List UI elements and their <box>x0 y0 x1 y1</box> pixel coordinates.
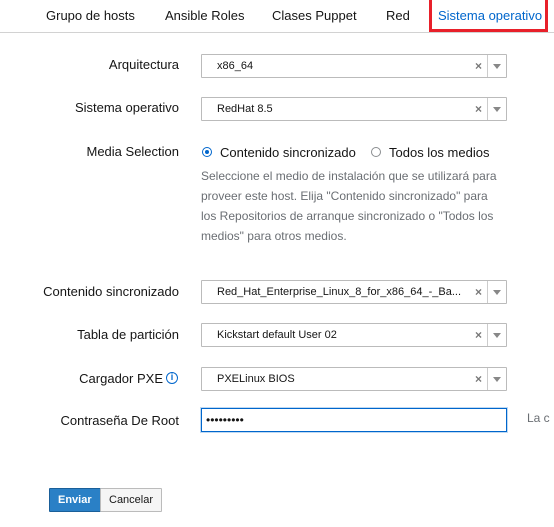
radio-button[interactable] <box>371 147 381 157</box>
os-value: RedHat 8.5 <box>217 103 273 115</box>
chevron-down-icon <box>493 377 501 382</box>
synced-content-label: Contenido sincronizado <box>43 284 179 299</box>
clear-icon[interactable]: × <box>475 281 482 303</box>
tab-network[interactable]: Red <box>386 0 410 32</box>
pxe-loader-select[interactable]: PXELinux BIOS × <box>201 367 507 391</box>
pxe-loader-value: PXELinux BIOS <box>217 373 295 385</box>
clear-icon[interactable]: × <box>475 98 482 120</box>
radio-synced-content[interactable]: Contenido sincronizado <box>202 144 356 160</box>
root-password-label: Contraseña De Root <box>60 413 179 428</box>
clear-icon[interactable]: × <box>475 55 482 77</box>
tab-ansible-roles[interactable]: Ansible Roles <box>165 0 245 32</box>
dropdown-toggle[interactable] <box>487 281 506 303</box>
radio-all-media[interactable]: Todos los medios <box>371 144 489 160</box>
root-password-input[interactable]: ••••••••• <box>201 408 507 432</box>
radio-button[interactable] <box>202 147 212 157</box>
dropdown-toggle[interactable] <box>487 368 506 390</box>
radio-label: Todos los medios <box>389 144 490 160</box>
architecture-select[interactable]: x86_64 × <box>201 54 507 78</box>
partition-table-select[interactable]: Kickstart default User 02 × <box>201 323 507 347</box>
info-circle-icon[interactable]: i <box>166 372 178 384</box>
chevron-down-icon <box>493 333 501 338</box>
os-label: Sistema operativo <box>74 100 179 115</box>
media-selection-help: Seleccione el medio de instalación que s… <box>201 169 497 243</box>
clear-icon[interactable]: × <box>475 368 482 390</box>
tab-host-group[interactable]: Grupo de hosts <box>46 0 135 32</box>
synced-content-value: Red_Hat_Enterprise_Linux_8_for_x86_64_-_… <box>217 286 461 298</box>
synced-content-select[interactable]: Red_Hat_Enterprise_Linux_8_for_x86_64_-_… <box>201 280 507 304</box>
tab-operating-system[interactable]: Sistema operativo <box>438 0 542 32</box>
radio-label: Contenido sincronizado <box>220 144 356 160</box>
dropdown-toggle[interactable] <box>487 324 506 346</box>
tab-bar: Grupo de hosts Ansible Roles Clases Pupp… <box>0 0 554 33</box>
cancel-button[interactable]: Cancelar <box>100 488 163 512</box>
root-password-help: La c <box>527 411 550 425</box>
media-selection-label: Media Selection <box>86 144 180 159</box>
dropdown-toggle[interactable] <box>487 98 506 120</box>
submit-button[interactable]: Enviar <box>49 488 101 512</box>
chevron-down-icon <box>493 107 501 112</box>
chevron-down-icon <box>493 290 501 295</box>
dropdown-toggle[interactable] <box>487 55 506 77</box>
tab-puppet-classes[interactable]: Clases Puppet <box>272 0 357 32</box>
architecture-label: Arquitectura <box>108 57 179 72</box>
partition-table-label: Tabla de partición <box>77 327 179 342</box>
partition-table-value: Kickstart default User 02 <box>217 329 337 341</box>
os-select[interactable]: RedHat 8.5 × <box>201 97 507 121</box>
clear-icon[interactable]: × <box>475 324 482 346</box>
chevron-down-icon <box>493 64 501 69</box>
architecture-value: x86_64 <box>217 60 254 72</box>
pxe-loader-label: Cargador PXE <box>79 371 163 386</box>
